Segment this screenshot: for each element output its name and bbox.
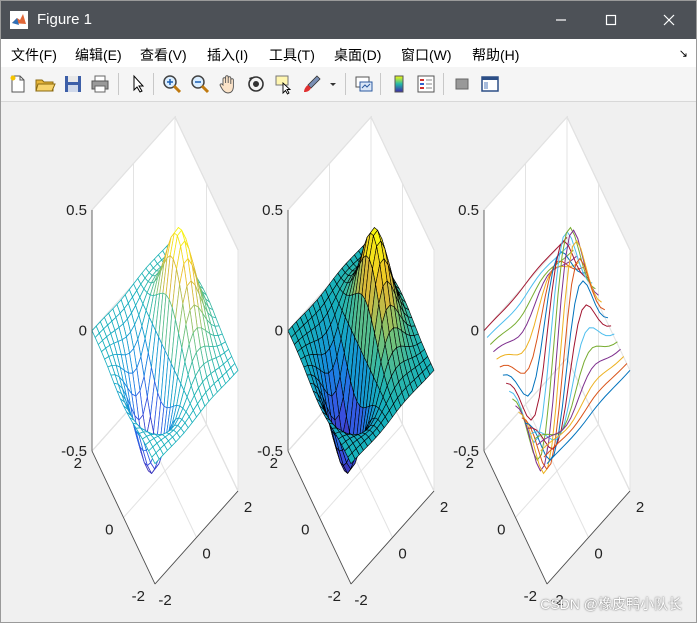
new-figure-icon[interactable] <box>7 73 29 95</box>
x-tick-label: -2 <box>354 592 367 609</box>
close-icon <box>663 14 675 26</box>
z-tick-label: 0 <box>79 323 87 340</box>
toolbar-separator <box>153 73 154 95</box>
y-tick-label: 2 <box>466 455 474 472</box>
x-tick-label: 2 <box>244 499 252 516</box>
brush-icon[interactable] <box>301 73 323 95</box>
legend-icon[interactable] <box>415 73 437 95</box>
z-tick-label: 0.5 <box>66 202 87 219</box>
minimize-button[interactable] <box>536 1 586 39</box>
menu-window[interactable]: 窗口(W) <box>401 45 452 65</box>
x-tick-label: 2 <box>636 499 644 516</box>
axes-mesh: 0.50-0.5-202-202 <box>61 115 252 609</box>
z-tick-label: 0.5 <box>262 202 283 219</box>
menu-edit[interactable]: 编辑(E) <box>75 45 122 65</box>
brush-dropdown-arrow-icon[interactable] <box>327 73 339 95</box>
title-bar[interactable]: Figure 1 <box>1 1 696 39</box>
menu-insert[interactable]: 插入(I) <box>207 45 248 65</box>
print-icon[interactable] <box>89 73 111 95</box>
x-tick-label: -2 <box>158 592 171 609</box>
menu-desktop[interactable]: 桌面(D) <box>334 45 381 65</box>
y-tick-label: 0 <box>105 522 113 539</box>
open-file-icon[interactable] <box>34 73 56 95</box>
data-cursor-icon[interactable] <box>273 73 295 95</box>
menu-dock-arrow-icon[interactable]: ↘ <box>679 47 688 60</box>
y-tick-label: 2 <box>270 455 278 472</box>
toolbar-separator <box>443 73 444 95</box>
z-tick-label: 0.5 <box>458 202 479 219</box>
hide-plot-tools-icon[interactable] <box>451 73 473 95</box>
close-button[interactable] <box>644 1 694 39</box>
y-tick-label: -2 <box>132 588 145 605</box>
colorbar-icon[interactable] <box>388 73 410 95</box>
axes-surf: 0.50-0.5-202-202 <box>257 115 448 609</box>
figure-window: Figure 1 文件(F) 编辑(E) 查看(V) 插入(I) 工具(T) 桌… <box>0 0 697 623</box>
zoom-in-icon[interactable] <box>161 73 183 95</box>
figure-toolbar <box>1 67 696 102</box>
pan-hand-icon[interactable] <box>217 73 239 95</box>
x-tick-label: 0 <box>398 546 406 563</box>
z-tick-label: 0 <box>471 323 479 340</box>
menu-file[interactable]: 文件(F) <box>11 45 57 65</box>
window-title: Figure 1 <box>37 11 93 28</box>
watermark-text: CSDN @橡皮鸭小队长 <box>540 596 682 612</box>
x-tick-label: 0 <box>202 546 210 563</box>
save-icon[interactable] <box>62 73 84 95</box>
axes-plot3: 0.50-0.5-202-202 <box>453 115 644 609</box>
matlab-logo-icon <box>10 11 28 29</box>
x-tick-label: 2 <box>440 499 448 516</box>
menu-view[interactable]: 查看(V) <box>140 45 187 65</box>
z-tick-label: 0 <box>275 323 283 340</box>
maximize-icon <box>605 14 617 26</box>
figure-canvas[interactable]: 0.50-0.5-202-2020.50-0.5-202-2020.50-0.5… <box>1 102 696 622</box>
toolbar-separator <box>345 73 346 95</box>
select-arrow-icon[interactable] <box>127 73 149 95</box>
zoom-out-icon[interactable] <box>189 73 211 95</box>
y-tick-label: 0 <box>497 522 505 539</box>
y-tick-label: -2 <box>524 588 537 605</box>
minimize-icon <box>556 19 566 21</box>
rotate-3d-icon[interactable] <box>245 73 267 95</box>
link-plot-icon[interactable] <box>353 73 375 95</box>
menu-tools[interactable]: 工具(T) <box>269 45 315 65</box>
x-tick-label: 0 <box>594 546 602 563</box>
y-tick-label: -2 <box>328 588 341 605</box>
maximize-button[interactable] <box>586 1 636 39</box>
toolbar-separator <box>118 73 119 95</box>
menu-bar: 文件(F) 编辑(E) 查看(V) 插入(I) 工具(T) 桌面(D) 窗口(W… <box>1 39 696 67</box>
y-tick-label: 0 <box>301 522 309 539</box>
menu-help[interactable]: 帮助(H) <box>472 45 519 65</box>
y-tick-label: 2 <box>74 455 82 472</box>
toolbar-separator <box>380 73 381 95</box>
show-plot-tools-icon[interactable] <box>479 73 501 95</box>
